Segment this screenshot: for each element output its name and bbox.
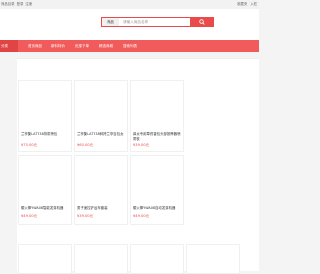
nav-item-featured[interactable]: 精选商城 bbox=[99, 40, 113, 52]
header: 商品 请输入商品名称 bbox=[0, 9, 259, 40]
top-bar-left: 商品目录 登录 注册 bbox=[1, 0, 34, 9]
nav-item-search-list[interactable]: 搜索列表 bbox=[123, 40, 137, 52]
search-category-select[interactable]: 商品 bbox=[102, 18, 119, 26]
product-card[interactable]: 耀火棒YWA08智能发芽机器 ¥49.00元 bbox=[18, 155, 72, 225]
product-panel: 兰亭集LAT738背带挎包 ¥75.00元 兰亭集LAT738斜挎兰亭百包女 ¥… bbox=[17, 58, 259, 274]
nav-item-new-deals[interactable]: 新料特价 bbox=[51, 40, 65, 52]
product-title[interactable]: 鼻炎专用草药香包头部按摩器喷雾枕 bbox=[133, 132, 183, 141]
product-card[interactable]: 耀火棒YWA08自动发芽机器 ¥49.00元 bbox=[130, 155, 184, 225]
product-price: ¥60.00元 bbox=[77, 143, 94, 147]
product-card[interactable] bbox=[18, 244, 72, 274]
product-title[interactable]: 耀火棒YWA08智能发芽机器 bbox=[21, 206, 71, 211]
product-price: ¥49.00元 bbox=[21, 214, 38, 218]
search-icon bbox=[199, 19, 205, 25]
product-card[interactable]: 兰亭集LAT738背带挎包 ¥75.00元 bbox=[18, 80, 72, 152]
product-price: ¥39.00元 bbox=[77, 214, 94, 218]
product-price: ¥75.00元 bbox=[21, 143, 38, 147]
product-title[interactable]: 兰亭集LAT738斜挎兰亭百包女 bbox=[77, 132, 127, 137]
product-card[interactable]: 男子遥控铲运车套装 ¥39.00元 bbox=[74, 155, 128, 225]
main-nav: 分类 首页商品 新料特价 优惠下单 精选商城 搜索列表 bbox=[0, 40, 259, 52]
product-card[interactable] bbox=[186, 244, 240, 274]
search-button[interactable] bbox=[190, 17, 214, 27]
top-link-catalog[interactable]: 商品目录 bbox=[1, 2, 15, 6]
top-link-join[interactable]: 入驻 bbox=[250, 2, 257, 6]
product-title[interactable]: 男子遥控铲运车套装 bbox=[77, 206, 127, 211]
search-box: 商品 请输入商品名称 bbox=[101, 17, 214, 27]
top-bar: 商品目录 登录 注册 收藏夹 入驻 bbox=[0, 0, 259, 9]
product-card[interactable] bbox=[74, 244, 128, 274]
top-bar-right: 收藏夹 入驻 bbox=[234, 0, 257, 9]
product-title[interactable]: 兰亭集LAT738背带挎包 bbox=[21, 132, 71, 137]
product-card[interactable]: 兰亭集LAT738斜挎兰亭百包女 ¥60.00元 bbox=[74, 80, 128, 152]
product-card[interactable]: 鼻炎专用草药香包头部按摩器喷雾枕 ¥39.00元 bbox=[130, 80, 184, 152]
product-price: ¥49.00元 bbox=[133, 214, 150, 218]
product-price: ¥39.00元 bbox=[133, 143, 150, 147]
nav-item-discount[interactable]: 优惠下单 bbox=[75, 40, 89, 52]
top-link-register[interactable]: 注册 bbox=[25, 2, 32, 6]
nav-item-home[interactable]: 首页商品 bbox=[28, 40, 42, 52]
search-input[interactable]: 请输入商品名称 bbox=[120, 18, 193, 26]
nav-category-menu[interactable]: 分类 bbox=[0, 40, 18, 52]
top-link-favorites[interactable]: 收藏夹 bbox=[237, 2, 247, 6]
product-title[interactable]: 耀火棒YWA08自动发芽机器 bbox=[133, 206, 183, 211]
product-card[interactable] bbox=[130, 244, 184, 274]
panel-top-divider bbox=[17, 58, 259, 59]
nav-category-label: 分类 bbox=[1, 44, 8, 48]
top-link-login[interactable]: 登录 bbox=[17, 2, 24, 6]
